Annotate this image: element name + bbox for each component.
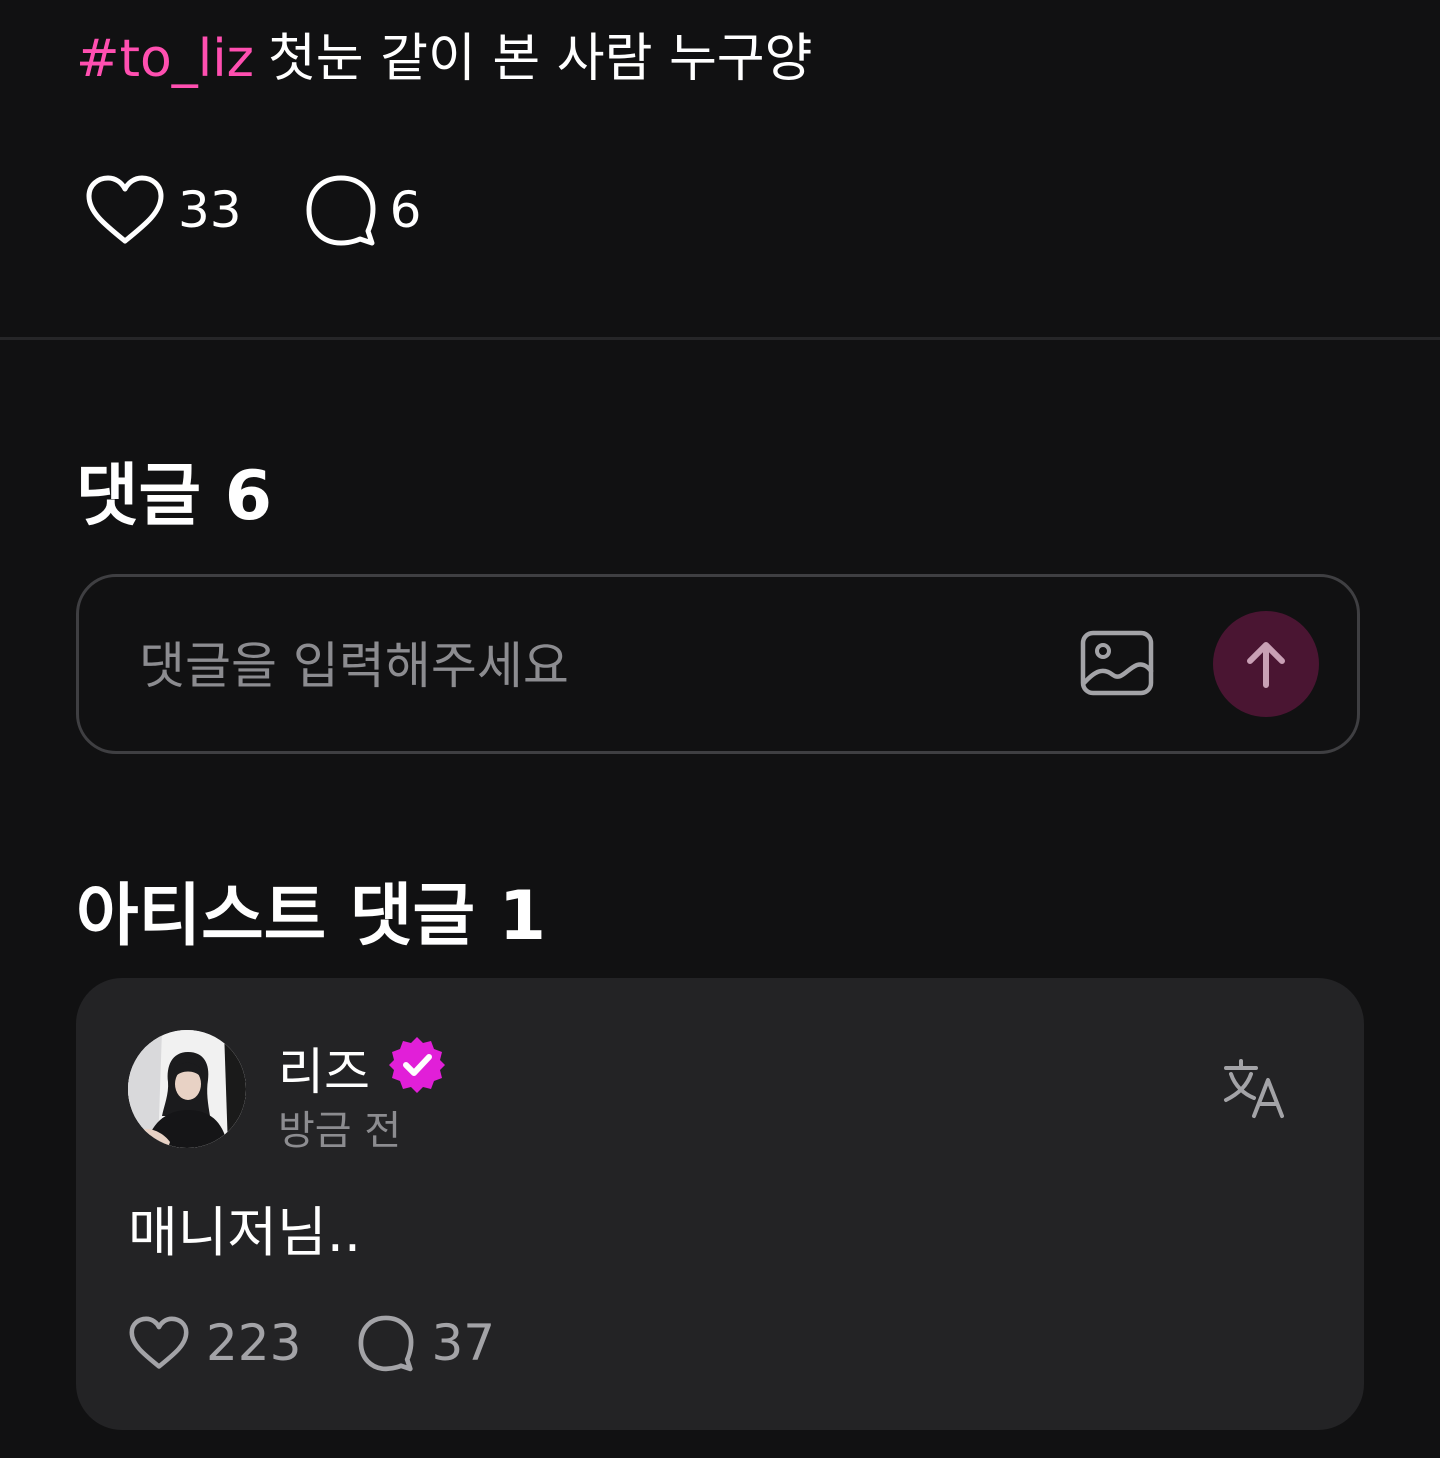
comment-body: 매니저님.. [128,1201,362,1264]
heart-icon [86,175,164,244]
translate-icon [1224,1059,1284,1118]
post-like-count: 33 [178,181,242,239]
avatar[interactable] [128,1030,246,1148]
comment-icon [359,1315,414,1372]
comment-like-button[interactable]: 223 [128,1314,301,1372]
comment-input-box [76,574,1360,754]
verified-badge [386,1034,448,1096]
comment-time: 방금 전 [278,1108,402,1154]
heart-icon [129,1316,189,1369]
verified-icon [389,1037,445,1093]
comment-actions: 223 37 [128,1308,495,1378]
post-like-button[interactable]: 33 [84,174,242,246]
divider [0,337,1440,340]
comment-like-count: 223 [206,1314,302,1372]
artist-comment-card: 리즈 방금 전 매니저님.. 223 37 [76,978,1364,1430]
post-comment-count: 6 [389,181,422,239]
send-comment-button[interactable] [1213,611,1319,717]
post-body: 첫눈 같이 본 사람 누구양 [267,29,813,89]
image-icon [1080,630,1154,696]
send-arrow-icon [1247,642,1285,688]
translate-button[interactable] [1222,1058,1288,1120]
comments-title: 댓글 6 [76,457,273,536]
post-actions: 33 6 [84,170,421,250]
author-name[interactable]: 리즈 [278,1032,370,1104]
post-comment-button[interactable]: 6 [304,173,422,247]
attach-image-button[interactable] [1079,629,1155,699]
comment-reply-count: 37 [431,1314,496,1372]
comment-input[interactable] [137,627,1041,705]
artist-comments-title: 아티스트 댓글 1 [76,877,547,956]
post-text: #to_liz 첫눈 같이 본 사람 누구양 [76,24,813,94]
post-detail-page: #to_liz 첫눈 같이 본 사람 누구양 33 6 댓글 6 댓글을 입력해… [0,0,1440,1458]
post-hashtag[interactable]: #to_liz [76,29,254,89]
comment-icon [306,175,376,246]
comment-reply-button[interactable]: 37 [357,1314,495,1372]
avatar-photo [128,1030,246,1148]
